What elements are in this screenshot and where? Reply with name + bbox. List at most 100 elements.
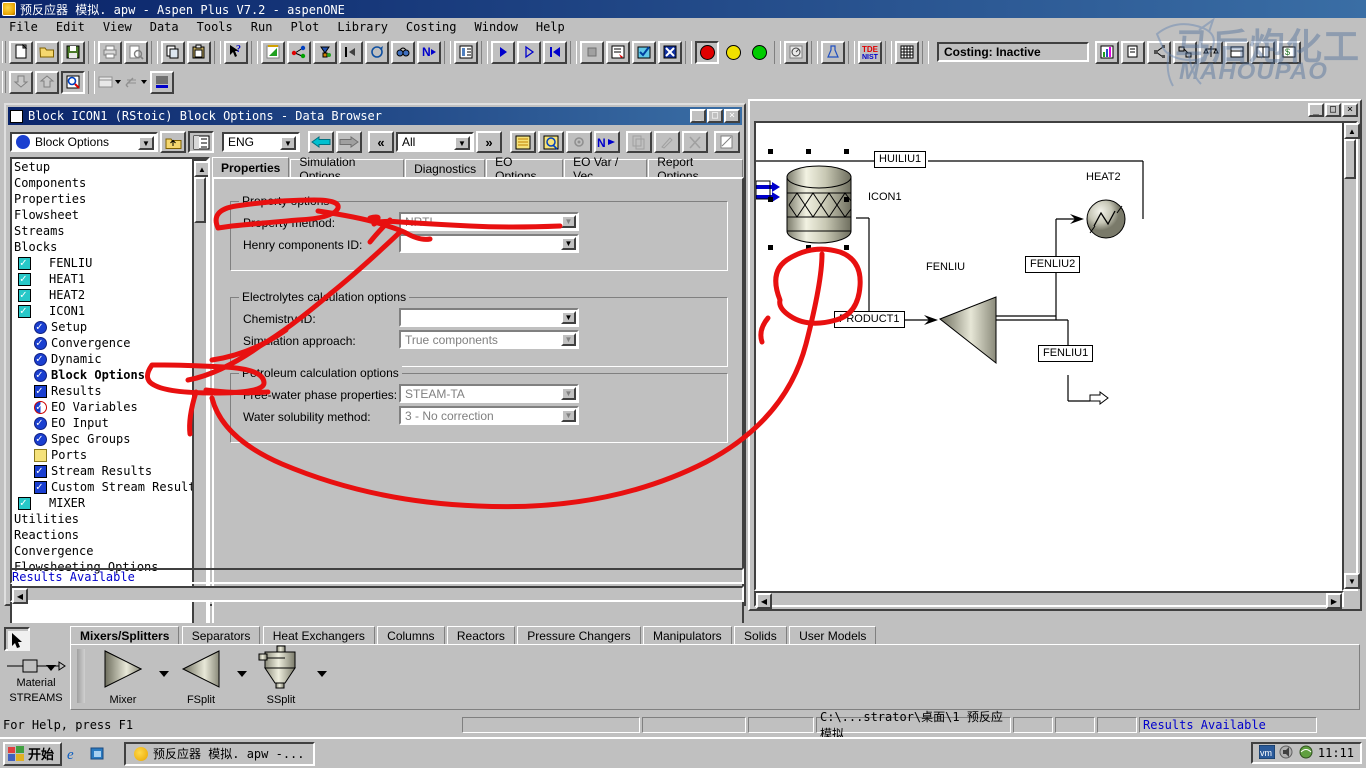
tab-eo-var-vec[interactable]: EO Var / Vec — [564, 155, 648, 183]
plot-wizard-icon[interactable] — [784, 40, 808, 64]
next-sheet-icon[interactable] — [365, 40, 389, 64]
menu-edit[interactable]: Edit — [47, 19, 94, 35]
flowsheet-canvas[interactable]: ICON1 HEAT2 FENLIU HUILIU1 PRODUCT1 FENL… — [754, 121, 1344, 591]
scroll-right-button[interactable]: ▶ — [1326, 593, 1342, 609]
model-ssplit[interactable]: SSplit — [249, 645, 313, 706]
tree-item-mixer[interactable]: MIXER — [12, 495, 194, 511]
water-solubility-field[interactable]: 3 - No correction ▼ — [399, 406, 579, 425]
tree-item-eo-variables[interactable]: EO Variables — [12, 399, 194, 415]
menu-view[interactable]: View — [94, 19, 141, 35]
model-mixer[interactable]: Mixer — [95, 647, 151, 706]
report-icon[interactable] — [714, 131, 740, 153]
forward-icon[interactable] — [336, 131, 362, 153]
palette-tab-user-models[interactable]: User Models — [789, 626, 877, 644]
tab-diagnostics[interactable]: Diagnostics — [405, 159, 486, 177]
menu-plot[interactable]: Plot — [281, 19, 328, 35]
tree-item-dynamic[interactable]: Dynamic — [12, 351, 194, 367]
display-options-icon[interactable] — [150, 70, 174, 94]
tab-eo-options[interactable]: EO Options — [486, 155, 564, 183]
palette-tab-pressure-changers[interactable]: Pressure Changers — [517, 626, 641, 644]
menu-window[interactable]: Window — [466, 19, 527, 35]
menu-library[interactable]: Library — [328, 19, 397, 35]
stop-icon[interactable] — [580, 40, 604, 64]
import-icon[interactable] — [9, 70, 33, 94]
grid-icon[interactable] — [895, 40, 919, 64]
costing-view3-icon[interactable]: $ — [1277, 40, 1301, 64]
view-results-icon[interactable] — [391, 40, 415, 64]
flowsheet-horizontal-scrollbar[interactable]: ◀ ▶ — [754, 591, 1344, 609]
scroll-up-button[interactable]: ▲ — [1344, 123, 1360, 139]
costing-balance-icon[interactable] — [1199, 40, 1223, 64]
menu-tools[interactable]: Tools — [188, 19, 242, 35]
status-red-icon[interactable] — [695, 40, 719, 64]
chevron-down-icon[interactable]: ▼ — [561, 311, 576, 324]
print-icon[interactable] — [98, 40, 122, 64]
status-yellow-icon[interactable] — [721, 40, 745, 64]
stream-label-fenliu1[interactable]: FENLIU1 — [1038, 345, 1094, 362]
properties-env-icon[interactable] — [261, 40, 285, 64]
flowsheet-close-button[interactable]: × — [1342, 103, 1358, 117]
chevron-down-icon[interactable]: ▼ — [561, 387, 576, 400]
property-method-field[interactable]: NRTL ▼ — [399, 212, 579, 231]
menu-run[interactable]: Run — [242, 19, 282, 35]
tree-toggle-icon[interactable] — [188, 131, 214, 153]
status-green-icon[interactable] — [747, 40, 771, 64]
nist-tde-icon[interactable]: TDE NIST — [858, 40, 882, 64]
tree-item-spec-groups[interactable]: Spec Groups — [12, 431, 194, 447]
new-icon[interactable] — [9, 40, 33, 64]
next-sheet-icon[interactable]: » — [476, 131, 502, 153]
material-stream-tool[interactable]: Material STREAMS — [2, 655, 70, 713]
simulation-env-icon[interactable] — [287, 40, 311, 64]
tree-item-streams[interactable]: Streams — [12, 223, 194, 239]
free-water-field[interactable]: STEAM-TA ▼ — [399, 384, 579, 403]
tree-item-heat1[interactable]: HEAT1 — [12, 271, 194, 287]
tree-item-setup[interactable]: Setup — [12, 159, 194, 175]
annotation-icon[interactable] — [124, 70, 148, 94]
paste-icon[interactable] — [187, 40, 211, 64]
back-icon[interactable] — [308, 131, 334, 153]
tree-item-eo-input[interactable]: EO Input — [12, 415, 194, 431]
menu-help[interactable]: Help — [527, 19, 574, 35]
edit-form-icon[interactable] — [654, 131, 680, 153]
tree-item-fenliu[interactable]: FENLIU — [12, 255, 194, 271]
start-button[interactable]: 开始 — [3, 741, 63, 766]
scroll-down-button[interactable]: ▼ — [1344, 573, 1360, 589]
tree-item-setup[interactable]: Setup — [12, 319, 194, 335]
tree-item-stream-results[interactable]: Stream Results — [12, 463, 194, 479]
fsplit-dropdown-caret-icon[interactable] — [237, 671, 247, 677]
chevron-down-icon[interactable]: ▼ — [138, 136, 154, 150]
find-icon[interactable] — [538, 131, 564, 153]
network-tray-icon[interactable] — [1298, 745, 1314, 762]
zoom-icon[interactable] — [61, 70, 85, 94]
model-fsplit[interactable]: FSplit — [173, 647, 229, 706]
stream-label-huiliu1[interactable]: HUILIU1 — [874, 151, 927, 168]
tree-item-heat2[interactable]: HEAT2 — [12, 287, 194, 303]
splitter-block-fenliu[interactable] — [938, 271, 1006, 371]
prev-sheet-icon[interactable]: « — [368, 131, 394, 153]
previous-sheet-icon[interactable] — [339, 40, 363, 64]
tree-item-convergence[interactable]: Convergence — [12, 335, 194, 351]
help-pointer-icon[interactable]: ? — [224, 40, 248, 64]
tree-item-components[interactable]: Components — [12, 175, 194, 191]
reinitialize-icon[interactable] — [543, 40, 567, 64]
flowsheet-minimize-button[interactable]: _ — [1308, 103, 1324, 117]
db-scroll-left-button[interactable]: ◀ — [12, 588, 28, 604]
palette-tab-columns[interactable]: Columns — [377, 626, 445, 644]
data-browser-minimize-button[interactable]: _ — [690, 109, 706, 123]
object-selector-combo[interactable]: Block Options ▼ — [10, 132, 158, 152]
analysis-icon[interactable] — [821, 40, 845, 64]
chevron-down-icon[interactable]: ▼ — [454, 136, 470, 150]
show-desktop-icon[interactable] — [88, 744, 108, 764]
data-browser-maximize-button[interactable]: □ — [707, 109, 723, 123]
tree-item-reactions[interactable]: Reactions — [12, 527, 194, 543]
chevron-down-icon[interactable]: ▼ — [561, 409, 576, 422]
tree-item-properties[interactable]: Properties — [12, 191, 194, 207]
flowsheet-vertical-scrollbar[interactable]: ▲ ▼ — [1342, 121, 1360, 591]
taskbar-item-aspen[interactable]: 预反应器 模拟. apw -... — [124, 741, 315, 766]
tree-scroll-thumb[interactable] — [194, 177, 206, 223]
mixer-dropdown-caret-icon[interactable] — [159, 671, 169, 677]
chevron-down-icon[interactable]: ▼ — [561, 333, 576, 346]
control-panel-icon[interactable] — [606, 40, 630, 64]
settings-icon[interactable] — [566, 131, 592, 153]
palette-tab-reactors[interactable]: Reactors — [446, 626, 515, 644]
